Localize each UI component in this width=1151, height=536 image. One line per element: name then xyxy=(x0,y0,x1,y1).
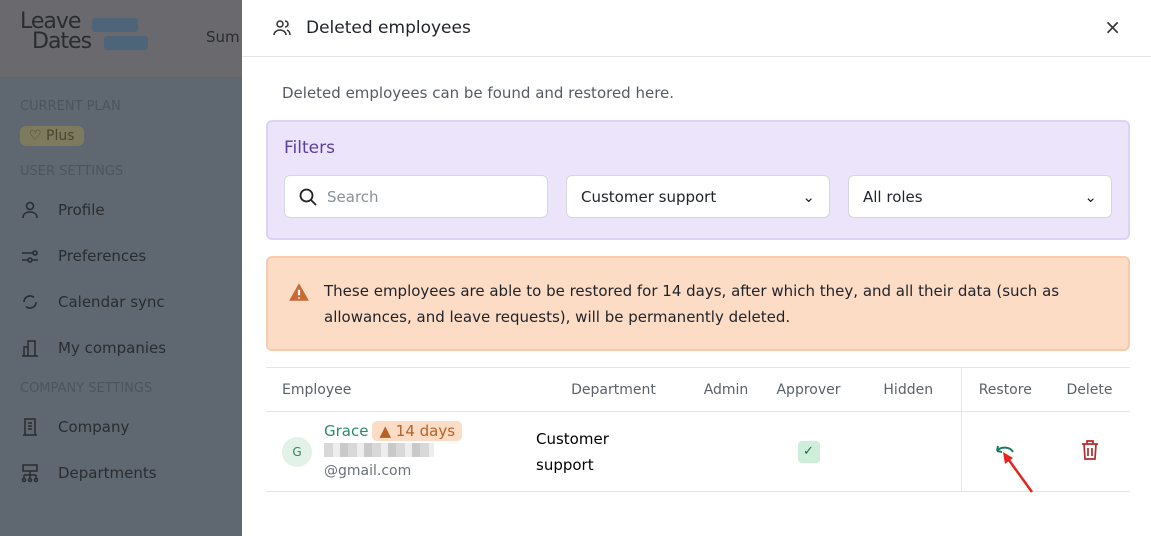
chevron-down-icon: ⌄ xyxy=(1084,187,1097,206)
hidden-cell xyxy=(856,411,961,492)
table-row: G Grace ▲ 14 days @gmail.com Customer sup… xyxy=(266,411,1130,493)
nav-preferences[interactable]: Preferences xyxy=(20,233,242,279)
delete-button[interactable] xyxy=(1080,439,1100,465)
company-settings-label: COMPANY SETTINGS xyxy=(20,381,153,396)
admin-cell xyxy=(691,411,761,492)
plan-badge: ♡ Plus xyxy=(20,126,84,146)
drawer-header: Deleted employees xyxy=(242,0,1151,57)
employee-name: Grace xyxy=(324,421,369,440)
search-input[interactable]: Search xyxy=(284,175,548,218)
logo: Leave Dates xyxy=(20,9,92,54)
nav-company[interactable]: Company xyxy=(20,404,242,450)
app-header: Leave Dates Sum xyxy=(0,0,242,77)
sliders-icon xyxy=(22,250,38,263)
header-employee: Employee xyxy=(266,367,536,412)
header-admin: Admin xyxy=(691,367,761,412)
days-left-badge: ▲ 14 days xyxy=(372,420,463,441)
current-plan-label: CURRENT PLAN xyxy=(20,99,121,114)
warning-icon xyxy=(289,283,309,301)
deleted-employees-drawer: Deleted employees × Deleted employees ca… xyxy=(242,0,1151,536)
filters-panel: Filters Search Customer support ⌄ All rol… xyxy=(266,120,1130,240)
warning-icon: ▲ xyxy=(379,421,392,440)
users-icon xyxy=(273,20,291,36)
close-button[interactable]: × xyxy=(1104,15,1121,39)
header-restore: Restore xyxy=(960,367,1049,412)
header-hidden: Hidden xyxy=(856,367,961,412)
org-chart-icon xyxy=(21,464,39,483)
role-select[interactable]: All roles ⌄ xyxy=(848,175,1112,218)
deleted-employees-table: Employee Department Admin Approver Hidde… xyxy=(266,367,1130,493)
filters-title: Filters xyxy=(284,138,335,158)
chevron-down-icon: ⌄ xyxy=(802,187,815,206)
header-department: Department xyxy=(536,367,691,412)
document-icon xyxy=(23,418,37,436)
employee-department: Customer support xyxy=(536,411,691,492)
nav-calendar-sync[interactable]: Calendar sync xyxy=(20,279,242,325)
diamond-icon: ♡ xyxy=(29,128,42,144)
trash-icon xyxy=(1081,439,1098,460)
warning-alert: These employees are able to be restored … xyxy=(266,256,1130,351)
sync-icon xyxy=(23,295,37,309)
approver-checkbox[interactable]: ✓ xyxy=(797,440,820,463)
header-approver: Approver xyxy=(761,367,856,412)
user-icon xyxy=(22,201,38,219)
avatar: G xyxy=(282,436,312,467)
header-delete: Delete xyxy=(1049,367,1130,412)
employee-email: @gmail.com xyxy=(324,440,494,482)
annotation-arrow xyxy=(1002,452,1033,493)
user-settings-label: USER SETTINGS xyxy=(20,164,124,179)
redacted-email xyxy=(324,442,434,457)
nav-profile[interactable]: Profile xyxy=(20,187,242,233)
drawer-title: Deleted employees xyxy=(306,18,471,38)
nav-departments[interactable]: Departments xyxy=(20,450,242,496)
background-sidebar: Leave Dates Sum CURRENT PLAN ♡ Plus USER … xyxy=(0,0,242,536)
department-select[interactable]: Customer support ⌄ xyxy=(566,175,830,218)
summary-tab[interactable]: Sum xyxy=(206,28,240,46)
building-icon xyxy=(22,340,38,357)
drawer-description: Deleted employees can be found and resto… xyxy=(282,84,675,102)
nav-my-companies[interactable]: My companies xyxy=(20,325,242,371)
search-icon xyxy=(299,188,317,206)
